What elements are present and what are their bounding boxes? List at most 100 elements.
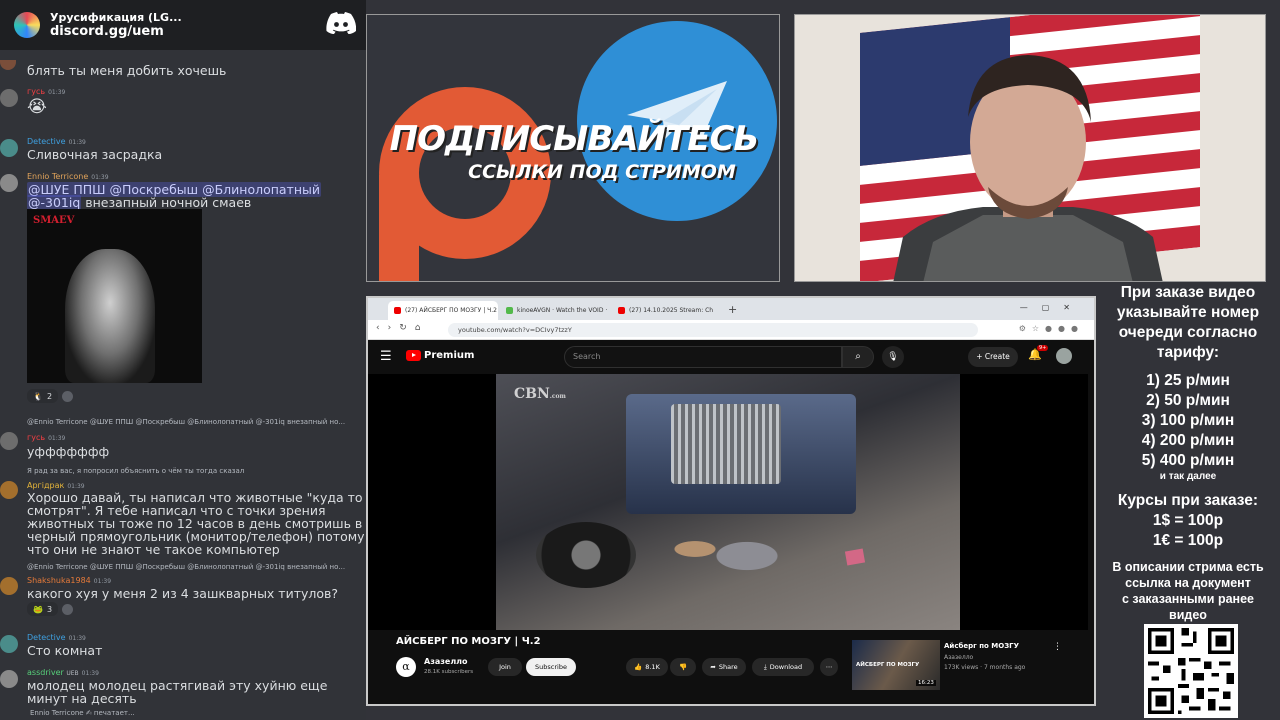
image-logo-text: SMAEV	[33, 215, 75, 226]
user-avatar[interactable]	[0, 577, 18, 595]
video-player[interactable]: CBN.com	[368, 374, 1088, 630]
discord-chat-overlay: Урусификация (LG... discord.gg/uem блять…	[0, 0, 366, 720]
thumbs-down-icon: 👎	[678, 663, 688, 671]
tariff-item: 2) 50 р/мин	[1146, 392, 1230, 409]
user-avatar[interactable]	[0, 670, 18, 688]
image-figure	[65, 249, 155, 383]
invite-link[interactable]: discord.gg/uem	[50, 24, 182, 39]
nav-buttons[interactable]: ‹›↻⌂	[376, 323, 428, 333]
channel-name[interactable]: Азазелло	[424, 657, 468, 666]
currency-rate: 1€ = 100р	[1152, 532, 1224, 549]
tariff-item: 1) 25 р/мин	[1146, 372, 1230, 389]
youtube-favicon-icon	[618, 307, 625, 314]
order-info-panel: При заказе видео указывайте номер очеред…	[1096, 282, 1280, 720]
add-reaction-icon[interactable]	[62, 391, 73, 402]
reaction-badge[interactable]: 🐧 2	[27, 389, 59, 403]
username[interactable]: гусь 01:39	[27, 87, 65, 96]
youtube-header: ☰ Premium Search ⌕ 🎙 + Create 🔔 9+	[368, 340, 1094, 374]
thumbs-up-icon: 👍	[634, 663, 643, 671]
message-text: молодец молодец растягивай эту хуйню еще…	[27, 678, 328, 706]
video-duration: 16:23	[916, 680, 936, 686]
info-line: указывайте номер	[1116, 304, 1260, 321]
user-avatar[interactable]	[0, 481, 18, 499]
subscribe-button[interactable]: Subscribe	[526, 658, 576, 676]
discord-logo-icon	[326, 12, 356, 34]
server-invite-banner[interactable]: Урусификация (LG... discord.gg/uem	[0, 0, 366, 50]
add-reaction-icon[interactable]	[62, 604, 73, 615]
qr-code-icon[interactable]	[1144, 624, 1238, 718]
tab-stream[interactable]: (27) 14.10.2025 Stream: Ch	[612, 301, 722, 320]
tab-youtube-video[interactable]: (27) АЙСБЕРГ ПО МОЗГУ | Ч.2	[388, 301, 498, 320]
more-actions-icon[interactable]: ⋯	[820, 658, 838, 676]
username[interactable]: assdriver UEB 01:39	[27, 668, 99, 677]
account-avatar[interactable]	[1056, 348, 1072, 364]
subscribe-promo-banner: ПОДПИСЫВАЙТЕСЬ ССЫЛКИ ПОД СТРИМОМ	[366, 14, 780, 282]
microphone-icon[interactable]: 🎙	[882, 346, 904, 368]
video-title: АЙСБЕРГ ПО МОЗГУ | Ч.2	[396, 636, 541, 647]
create-button[interactable]: + Create	[968, 347, 1018, 367]
search-icon[interactable]: ⌕	[842, 346, 874, 368]
message-text: Сто комнат	[27, 643, 103, 658]
promo-subline: ССЫЛКИ ПОД СТРИМОМ	[468, 161, 736, 183]
tariff-item: 4) 200 р/мин	[1141, 432, 1235, 449]
kebab-menu-icon[interactable]: ⋮	[1053, 642, 1062, 652]
tab-kinoe-avgn[interactable]: kinoeAVGN · Watch the VOID ·	[500, 301, 610, 320]
subscriber-count: 28.1K subscribers	[424, 669, 474, 675]
search-input[interactable]: Search	[564, 346, 842, 368]
patreon-logo-stem	[379, 175, 419, 281]
video-frame[interactable]: CBN.com	[496, 374, 960, 630]
reply-preview[interactable]: @Ennio Terricone @ШУЕ ППШ @Поскребыш @Бл…	[27, 563, 345, 571]
message-text: блять ты меня добить хочешь	[27, 63, 227, 78]
user-avatar	[0, 60, 16, 70]
video-people	[656, 514, 786, 584]
dislike-button[interactable]: 👎	[670, 658, 696, 676]
download-button[interactable]: ⤓ Download	[752, 658, 814, 676]
hamburger-menu-icon[interactable]: ☰	[380, 349, 392, 364]
username[interactable]: Shakshuka1984 01:39	[27, 576, 111, 585]
recommended-channel[interactable]: Азазелло	[944, 654, 973, 661]
username[interactable]: Аргiдрак 01:39	[27, 481, 85, 490]
doc-info-line: с заказанными ранее	[1121, 592, 1254, 606]
youtube-premium-logo[interactable]: Premium	[406, 350, 474, 361]
info-line: тарифу:	[1156, 344, 1220, 361]
username[interactable]: Detective 01:39	[27, 633, 86, 642]
promo-headline: ПОДПИСЫВАЙТЕСЬ	[389, 119, 760, 159]
reaction-badge[interactable]: 🐸 3	[27, 602, 59, 616]
tariff-item: 5) 400 р/мин	[1141, 452, 1235, 469]
currency-rate: 1$ = 100р	[1152, 512, 1224, 529]
channel-avatar[interactable]: α	[396, 657, 416, 677]
doc-info-line: видео	[1169, 608, 1207, 622]
username[interactable]: Detective 01:39	[27, 137, 86, 146]
info-line: очереди согласно	[1118, 324, 1258, 341]
reply-preview[interactable]: Я рад за вас, я попросил объяснить о чём…	[27, 467, 244, 475]
share-button[interactable]: ➦ Share	[702, 658, 746, 676]
download-icon: ⤓	[763, 662, 767, 671]
join-button[interactable]: Join	[488, 658, 522, 676]
user-avatar[interactable]	[0, 139, 18, 157]
recommended-title[interactable]: Айсберг по МОЗГУ	[944, 642, 1019, 650]
like-button[interactable]: 👍 8.1K	[626, 658, 668, 676]
extension-icons[interactable]: ⚙☆●●●	[1019, 324, 1084, 333]
tariff-etc: и так далее	[1159, 471, 1217, 482]
new-tab-button[interactable]: +	[728, 303, 737, 316]
streamer-silhouette	[893, 55, 1163, 281]
server-icon	[14, 12, 40, 38]
message-text: @-301iq внезапный ночной смаев	[27, 195, 252, 210]
reply-preview[interactable]: @Ennio Terricone @ШУЕ ППШ @Поскребыш @Бл…	[27, 418, 345, 426]
username[interactable]: Ennio Terricone 01:39	[27, 172, 109, 181]
video-box	[844, 548, 866, 566]
site-favicon-icon	[506, 307, 513, 314]
chat-image-attachment[interactable]: SMAEV	[27, 209, 202, 383]
window-controls[interactable]: —▢✕	[1020, 303, 1084, 312]
username[interactable]: гусь 01:39	[27, 433, 65, 442]
url-input[interactable]: youtube.com/watch?v=DCIvy7tzzY	[448, 323, 978, 337]
address-bar-row: ‹›↻⌂ youtube.com/watch?v=DCIvy7tzzY ⚙☆●●…	[368, 320, 1094, 340]
youtube-play-icon	[406, 350, 421, 361]
user-avatar[interactable]	[0, 174, 18, 192]
user-avatar[interactable]	[0, 635, 18, 653]
user-avatar[interactable]	[0, 432, 18, 450]
message-text: уффффффф	[27, 444, 110, 459]
typing-indicator: Ennio Terricone ✍ печатает...	[30, 709, 135, 717]
recommended-video[interactable]: АЙСБЕРГ ПО МОЗГУ 16:23 Айсберг по МОЗГУ …	[852, 640, 1088, 690]
user-avatar[interactable]	[0, 89, 18, 107]
